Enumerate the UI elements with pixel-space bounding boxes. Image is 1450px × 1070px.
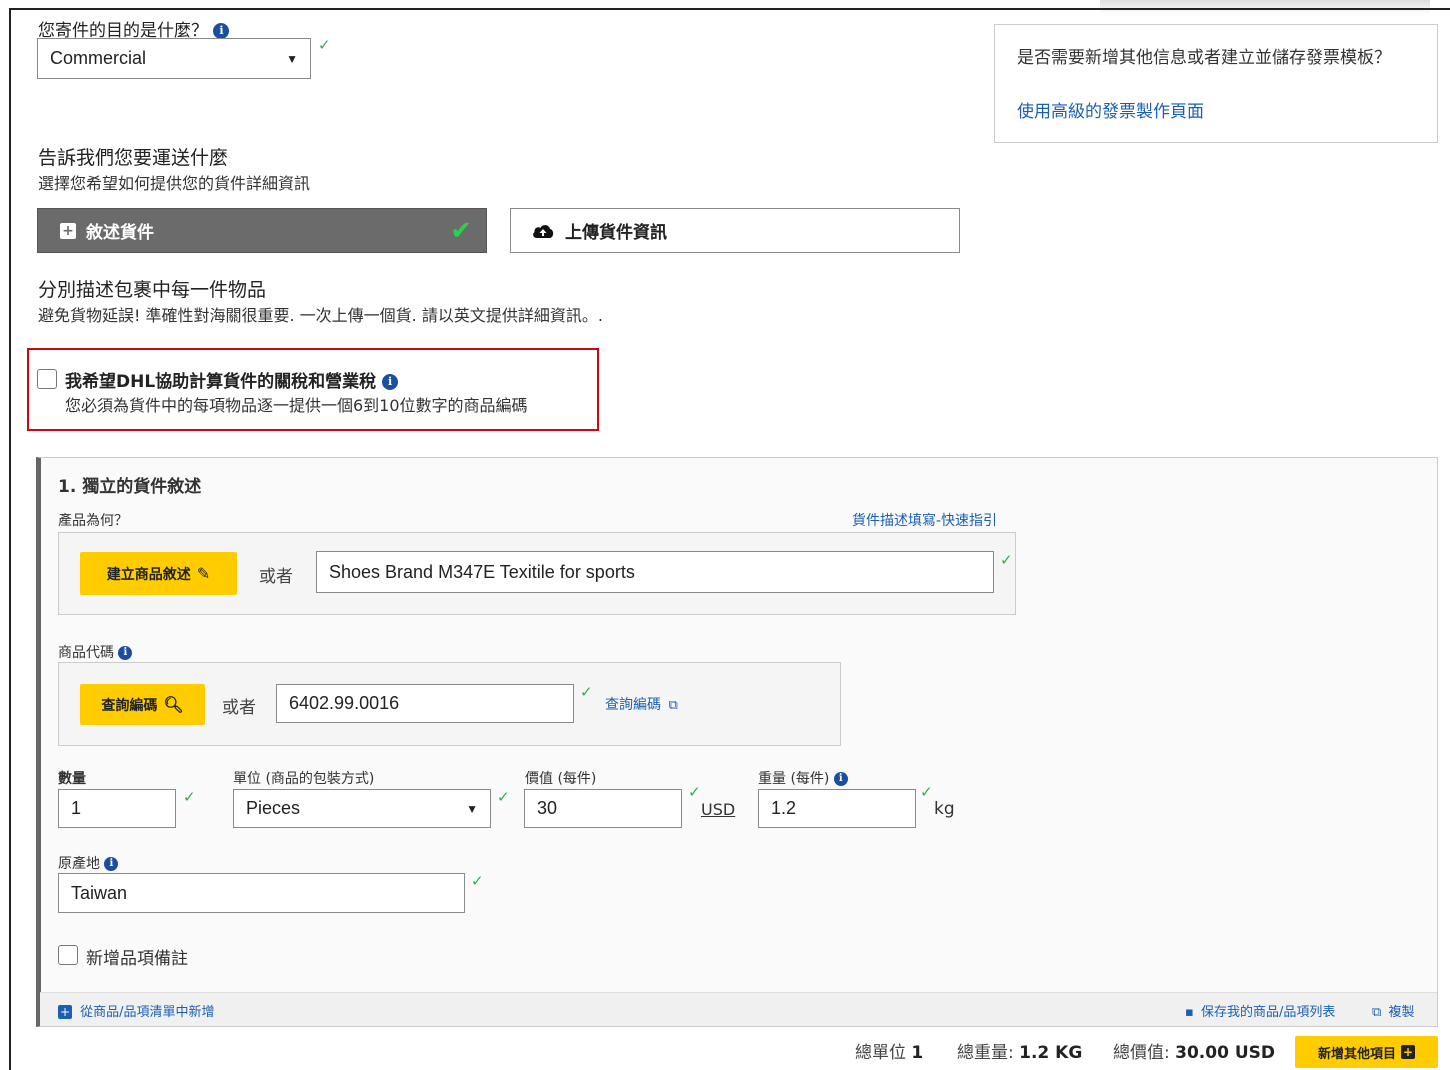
total-weight: 總重量: 1.2 KG [957,1043,1083,1063]
build-description-button[interactable]: 建立商品敘述 ✎ [80,552,237,595]
check-icon: ✓ [183,788,196,806]
info-icon[interactable]: i [213,23,230,39]
upload-shipment-button[interactable]: 上傳貨件資訊 [510,208,960,253]
check-icon: ✔ [450,215,472,246]
shipment-title: 告訴我們您要運送什麼 [38,147,229,169]
check-icon: ✓ [318,36,331,54]
external-link-icon: ⧉ [668,698,678,713]
top-shadow [1100,0,1430,14]
invoice-template-text: 是否需要新增其他信息或者建立並儲存發票模板？ [1017,48,1391,68]
cloud-upload-icon [533,224,554,238]
lookup-code-link[interactable]: 查詢編碼 ⧉ [605,694,678,714]
edit-icon: ✎ [196,564,211,583]
save-list-link[interactable]: ▪ 保存我的商品/品項列表 [1185,1001,1335,1020]
commodity-code-label: 商品代碼 i [58,642,133,662]
or-text: 或者 [222,698,256,718]
info-icon[interactable]: i [118,646,133,660]
total-value: 總價值: 30.00 USD [1113,1043,1275,1063]
total-units: 總單位 1 [855,1043,924,1063]
quantity-input[interactable]: 1 [58,789,176,828]
unit-label: 單位 (商品的包裝方式) [233,771,375,787]
weight-unit: kg [934,799,955,819]
duty-checkbox[interactable] [37,369,57,389]
frame-left-border [9,8,11,1070]
items-intro-subtitle: 避免貨物延誤! 準確性對海關很重要. 一次上傳一個貨. 請以英文提供詳細資訊。. [38,306,603,325]
duty-note: 您必須為貨件中的每項物品逐一提供一個6到10位數字的商品編碼 [65,396,528,415]
weight-input[interactable]: 1.2 [758,789,916,828]
currency-select[interactable]: USD [701,800,735,819]
advanced-invoice-link[interactable]: 使用高級的發票製作頁面 [1017,97,1204,122]
check-icon: ✓ [497,788,510,806]
quick-guide-link[interactable]: 貨件描述填寫-快速指引 [852,510,997,530]
unit-select[interactable]: Pieces ▼ [233,789,491,828]
purpose-select[interactable]: Commercial ▼ [37,38,311,79]
add-item-button[interactable]: 新增其他項目 + [1295,1036,1438,1068]
lookup-code-button[interactable]: 查詢編碼 🔍︎ [80,684,205,725]
info-icon[interactable]: i [833,772,848,786]
weight-label: 重量 (每件) i [758,768,848,788]
duty-label: 我希望DHL協助計算貨件的關稅和營業稅 i [65,367,399,392]
origin-input[interactable]: Taiwan [58,873,465,913]
product-question-label: 產品為何？ [58,513,128,529]
invoice-template-box: 是否需要新增其他信息或者建立並儲存發票模板？ 使用高級的發票製作頁面 [994,24,1438,143]
plus-square-icon: + [1401,1045,1415,1059]
frame-top-border [9,8,1450,10]
info-icon[interactable]: i [382,374,399,390]
check-icon: ✓ [471,872,484,890]
check-icon: ✓ [1000,551,1013,569]
item-heading: 1. 獨立的貨件敘述 [58,477,202,497]
value-input[interactable]: 30 [524,789,682,828]
item-note-checkbox[interactable] [58,945,78,965]
value-label: 價值 (每件) [525,771,597,787]
or-text: 或者 [259,567,293,587]
add-from-list-link[interactable]: + 從商品/品項清單中新增 [58,1001,215,1020]
quantity-label: 數量 [58,771,86,787]
shipment-subtitle: 選擇您希望如何提供您的貨件詳細資訊 [38,174,311,193]
plus-square-icon: + [58,1005,72,1019]
item-note-label: 新增品項備註 [86,949,188,969]
check-icon: ✓ [688,783,701,801]
description-input[interactable]: Shoes Brand M347E Texitile for sports [316,551,994,593]
origin-label: 原產地 i [58,853,119,873]
describe-shipment-button[interactable]: + 敘述貨件 ✔ [37,208,487,253]
caret-down-icon: ▼ [286,51,298,66]
check-icon: ✓ [920,783,933,801]
info-icon[interactable]: i [104,857,119,871]
plus-square-icon: + [60,222,76,239]
save-icon: ▪ [1185,1005,1194,1020]
copy-link[interactable]: ⧉ 複製 [1372,1001,1414,1020]
caret-down-icon: ▼ [466,801,478,816]
check-icon: ✓ [580,683,593,701]
items-intro-title: 分別描述包裹中每一件物品 [38,279,267,301]
copy-icon: ⧉ [1372,1005,1382,1020]
code-input[interactable]: 6402.99.0016 [276,684,574,723]
search-icon: 🔍︎ [163,695,184,714]
